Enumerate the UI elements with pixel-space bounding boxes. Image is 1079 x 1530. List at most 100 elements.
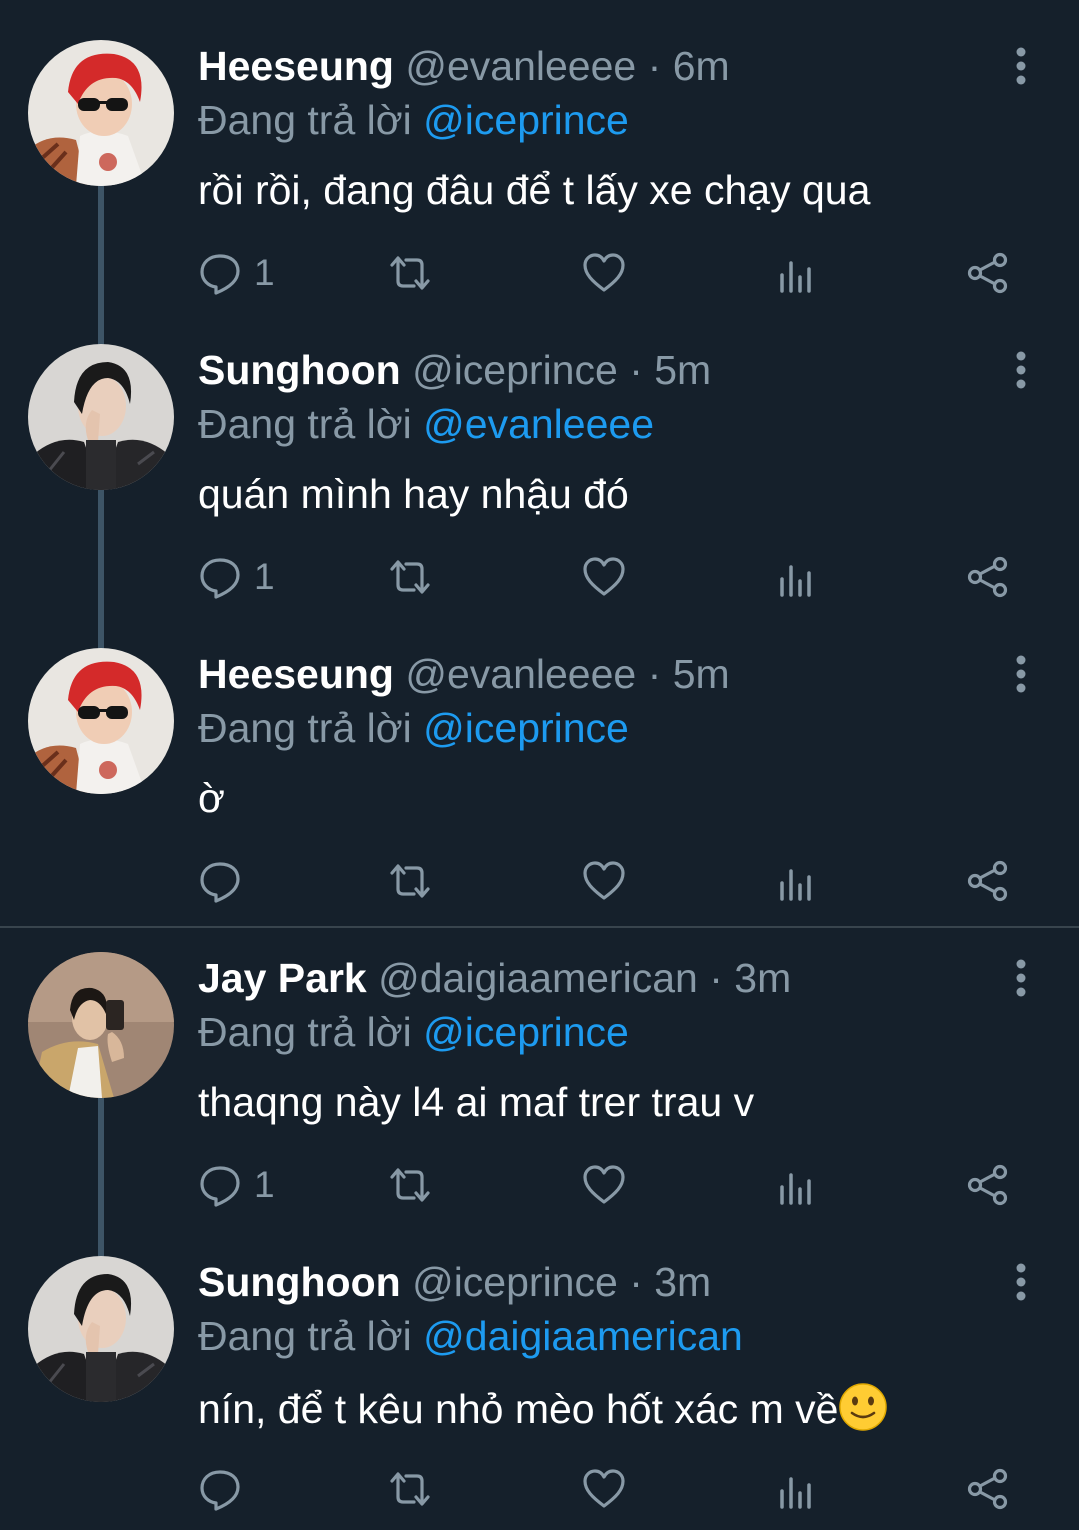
more-vertical-icon <box>1016 655 1026 693</box>
retweet-button[interactable] <box>388 552 432 602</box>
like-button[interactable] <box>582 856 626 906</box>
share-button[interactable] <box>966 552 1010 602</box>
tweet-actions: 1 <box>0 1160 1079 1210</box>
retweet-button[interactable] <box>388 248 432 298</box>
tweet[interactable]: Sunghoon @iceprince · 5m Đang trả lời @e… <box>0 304 1079 608</box>
retweet-icon <box>390 560 430 594</box>
username[interactable]: @evanleeee <box>405 43 636 89</box>
views-button[interactable] <box>774 856 818 906</box>
slightly-smiling-face-emoji <box>839 1383 888 1431</box>
replying-to: Đang trả lời @daigiaamerican <box>198 1312 743 1360</box>
tweet-header: Heeseung @evanleeee · 5m <box>198 650 730 698</box>
display-name[interactable]: Heeseung <box>198 43 394 89</box>
avatar[interactable] <box>28 648 174 794</box>
timestamp[interactable]: 6m <box>673 43 730 89</box>
retweet-button[interactable] <box>388 1160 432 1210</box>
share-icon <box>967 1164 1008 1206</box>
views-icon <box>780 565 811 597</box>
tweet-header: Jay Park @daigiaamerican · 3m <box>198 954 791 1002</box>
reply-icon <box>200 1166 240 1207</box>
display-name[interactable]: Heeseung <box>198 651 394 697</box>
share-icon <box>967 1468 1008 1510</box>
share-icon <box>967 252 1008 294</box>
retweet-icon <box>390 1472 430 1506</box>
reply-button[interactable]: 1 <box>198 1160 275 1210</box>
conversation-feed: Heeseung @evanleeee · 6m Đang trả lời @i… <box>0 0 1079 1530</box>
tweet-actions <box>0 1464 1079 1514</box>
views-icon <box>780 261 811 293</box>
more-button[interactable] <box>1004 956 1038 1000</box>
phone-selfie-beige-jacket-avatar <box>28 952 174 1098</box>
more-button[interactable] <box>1004 348 1038 392</box>
timestamp[interactable]: 3m <box>734 955 791 1001</box>
display-name[interactable]: Sunghoon <box>198 347 401 393</box>
username[interactable]: @daigiaamerican <box>378 955 698 1001</box>
retweet-button[interactable] <box>388 856 432 906</box>
more-button[interactable] <box>1004 44 1038 88</box>
like-button[interactable] <box>582 552 626 602</box>
share-button[interactable] <box>966 856 1010 906</box>
separator-dot: · <box>647 651 662 697</box>
mention-link[interactable]: @daigiaamerican <box>423 1313 743 1359</box>
retweet-button[interactable] <box>388 1464 432 1514</box>
username[interactable]: @iceprince <box>412 1259 618 1305</box>
tweet-text: ờ <box>198 775 225 821</box>
red-hair-sunglasses-avatar <box>28 40 174 186</box>
tweet-header: Heeseung @evanleeee · 6m <box>198 42 730 90</box>
reply-button[interactable]: 1 <box>198 552 275 602</box>
username[interactable]: @evanleeee <box>405 651 636 697</box>
retweet-icon <box>390 864 430 898</box>
tweet-header: Sunghoon @iceprince · 5m <box>198 346 711 394</box>
share-button[interactable] <box>966 1160 1010 1210</box>
avatar[interactable] <box>28 344 174 490</box>
tweet-text: thaqng này l4 ai maf trer trau v <box>198 1079 755 1125</box>
like-button[interactable] <box>582 1464 626 1514</box>
share-button[interactable] <box>966 1464 1010 1514</box>
avatar[interactable] <box>28 1256 174 1402</box>
replying-to: Đang trả lời @iceprince <box>198 1008 629 1056</box>
reply-button[interactable]: 1 <box>198 248 275 298</box>
avatar[interactable] <box>28 40 174 186</box>
mention-link[interactable]: @iceprince <box>423 1009 629 1055</box>
tweet[interactable]: Sunghoon @iceprince · 3m Đang trả lời @d… <box>0 1216 1079 1530</box>
retweet-icon <box>390 1168 430 1202</box>
tweet-text: quán mình hay nhậu đó <box>198 471 629 517</box>
reply-icon <box>200 1470 240 1511</box>
more-button[interactable] <box>1004 1260 1038 1304</box>
share-button[interactable] <box>966 248 1010 298</box>
display-name[interactable]: Sunghoon <box>198 1259 401 1305</box>
like-button[interactable] <box>582 1160 626 1210</box>
username[interactable]: @iceprince <box>412 347 618 393</box>
like-button[interactable] <box>582 248 626 298</box>
timestamp[interactable]: 5m <box>673 651 730 697</box>
display-name[interactable]: Jay Park <box>198 955 367 1001</box>
separator-dot: · <box>647 43 662 89</box>
views-button[interactable] <box>774 248 818 298</box>
mention-link[interactable]: @iceprince <box>423 97 629 143</box>
views-icon <box>780 1173 811 1205</box>
tweet[interactable]: Heeseung @evanleeee · 6m Đang trả lời @i… <box>0 0 1079 304</box>
separator-dot: · <box>629 347 643 393</box>
separator-dot: · <box>629 1259 643 1305</box>
views-button[interactable] <box>774 1160 818 1210</box>
reply-button[interactable] <box>198 856 254 906</box>
tweet[interactable]: Heeseung @evanleeee · 5m Đang trả lời @i… <box>0 608 1079 926</box>
more-button[interactable] <box>1004 652 1038 696</box>
retweet-icon <box>390 256 430 290</box>
tweet-actions: 1 <box>0 552 1079 602</box>
timestamp[interactable]: 3m <box>654 1259 711 1305</box>
timestamp[interactable]: 5m <box>654 347 711 393</box>
views-button[interactable] <box>774 1464 818 1514</box>
reply-icon <box>200 862 240 903</box>
dark-hair-leather-jacket-avatar <box>28 344 174 490</box>
views-button[interactable] <box>774 552 818 602</box>
tweet-actions <box>0 856 1079 906</box>
reply-count: 1 <box>254 556 275 597</box>
mention-link[interactable]: @evanleeee <box>423 401 654 447</box>
mention-link[interactable]: @iceprince <box>423 705 629 751</box>
tweet-text: rồi rồi, đang đâu để t lấy xe chạy qua <box>198 167 871 213</box>
reply-button[interactable] <box>198 1464 254 1514</box>
heart-icon <box>583 1469 625 1508</box>
tweet[interactable]: Jay Park @daigiaamerican · 3m Đang trả l… <box>0 912 1079 1216</box>
avatar[interactable] <box>28 952 174 1098</box>
